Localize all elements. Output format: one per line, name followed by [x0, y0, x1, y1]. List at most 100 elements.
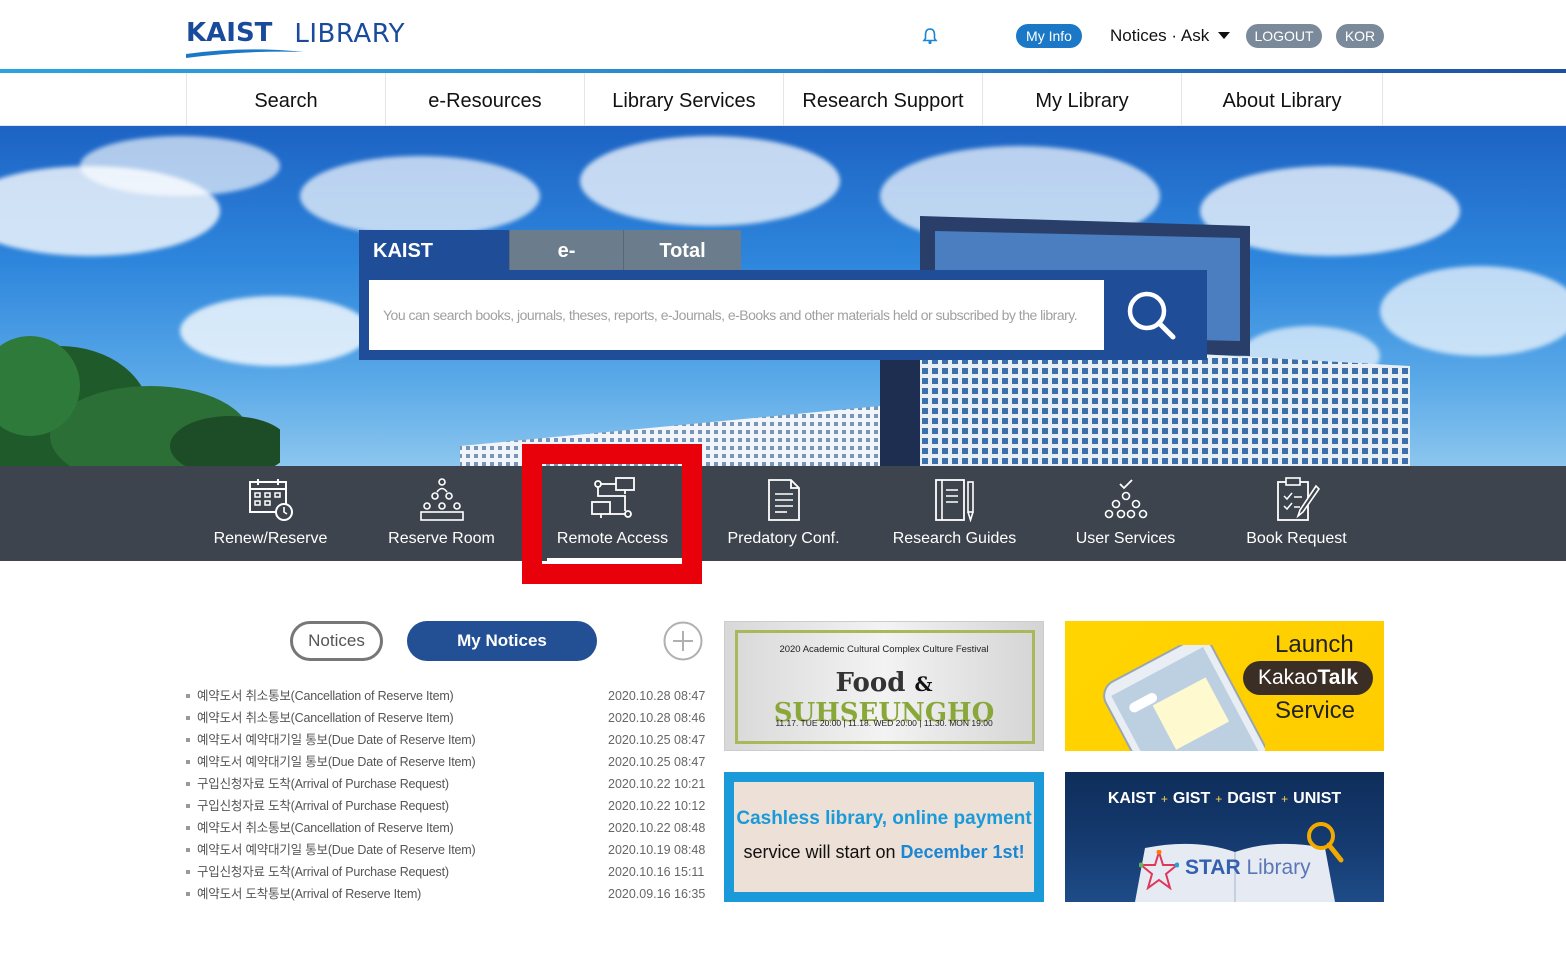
list-item[interactable]: 구입신청자료 도착(Arrival of Purchase Request) 20…	[186, 861, 706, 883]
bullet	[186, 694, 190, 698]
logo-swoosh-icon	[186, 49, 304, 58]
trees-image	[0, 336, 280, 466]
library-text: Library	[1246, 856, 1311, 879]
quick-research-guides[interactable]: Research Guides	[869, 466, 1040, 561]
notice-title[interactable]: 예약도서 취소통보(Cancellation of Reserve Item)	[197, 817, 454, 839]
quick-label: Reserve Room	[388, 530, 495, 547]
tab-e-articles[interactable]: e-Articles	[509, 230, 623, 304]
cashless-line2-b: December 1st!	[900, 842, 1025, 862]
tab-kaist-catalog[interactable]: KAIST Catalog	[359, 230, 509, 304]
nav-item-my-library[interactable]: My Library	[982, 73, 1181, 126]
notice-date: 2020.10.19 08:48	[608, 843, 706, 857]
bullet	[186, 804, 190, 808]
list-item[interactable]: 예약도서 취소통보(Cancellation of Reserve Item) 2…	[186, 685, 706, 707]
chevron-down-icon[interactable]	[1218, 32, 1230, 39]
active-underline	[547, 558, 685, 561]
list-item[interactable]: 예약도서 취소통보(Cancellation of Reserve Item) 2…	[186, 817, 706, 839]
logo-kaist-text: KAIST	[186, 18, 273, 48]
document-icon	[767, 479, 800, 521]
logo-library-text: LIBRARY	[294, 19, 405, 49]
cashless-line2: service will start on December 1st!	[734, 842, 1034, 863]
search-icon[interactable]	[1121, 285, 1181, 345]
notice-title[interactable]: 구입신청자료 도착(Arrival of Purchase Request)	[197, 795, 449, 817]
bullet	[186, 716, 190, 720]
calendar-clock-icon	[248, 479, 293, 521]
quick-predatory-conf[interactable]: Predatory Conf.	[698, 466, 869, 561]
list-item[interactable]: 예약도서 취소통보(Cancellation of Reserve Item) 2…	[186, 707, 706, 729]
notice-title[interactable]: 예약도서 예약대기일 통보(Due Date of Reserve Item)	[197, 839, 476, 861]
quick-label: Renew/Reserve	[213, 530, 328, 547]
logout-button[interactable]: LOGOUT	[1246, 24, 1322, 48]
star-plus: +	[1215, 792, 1223, 806]
kakaotalk-banner[interactable]: Launch KakaoTalk Service	[1065, 621, 1384, 751]
quick-remote-access[interactable]: Remote Access	[527, 466, 698, 561]
nav-item-research-support[interactable]: Research Support	[783, 73, 982, 126]
my-info-button[interactable]: My Info	[1016, 24, 1082, 48]
bell-icon[interactable]	[920, 26, 940, 46]
star-text: STAR	[1185, 856, 1241, 879]
nav-item-e-resources[interactable]: e-Resources	[385, 73, 584, 126]
quick-menu-bar: Renew/Reserve Reserve Room Remote Access…	[0, 466, 1566, 561]
notice-date: 2020.10.25 08:47	[608, 733, 706, 747]
quick-label: Remote Access	[556, 530, 669, 547]
festival-subtitle: 2020 Academic Cultural Complex Culture F…	[779, 644, 989, 655]
list-item[interactable]: 구입신청자료 도착(Arrival of Purchase Request) 20…	[186, 773, 706, 795]
notice-date: 2020.09.16 16:35	[608, 887, 706, 901]
star-plus: +	[1281, 792, 1289, 806]
festival-banner[interactable]: 2020 Academic Cultural Complex Culture F…	[724, 621, 1044, 751]
star-unist: UNIST	[1293, 790, 1342, 807]
tab-my-notices[interactable]: My Notices	[407, 621, 597, 661]
quick-reserve-room[interactable]: Reserve Room	[356, 466, 527, 561]
notice-title[interactable]: 구입신청자료 도착(Arrival of Purchase Request)	[197, 861, 449, 883]
people-group-icon	[419, 478, 464, 521]
bullet	[186, 782, 190, 786]
list-item[interactable]: 구입신청자료 도착(Arrival of Purchase Request) 20…	[186, 795, 706, 817]
talk-text: Talk	[1317, 666, 1358, 689]
notices-ask-menu[interactable]: Notices · Ask	[1110, 24, 1209, 48]
search-input[interactable]	[369, 280, 1104, 350]
header: KAIST LIBRARY My Info Notices · Ask LOGO…	[0, 0, 1566, 73]
notice-title[interactable]: 예약도서 취소통보(Cancellation of Reserve Item)	[197, 707, 454, 729]
star-library-banner[interactable]: KAIST + GIST + DGIST + UNIST STAR Library	[1065, 772, 1384, 902]
nav-item-about-library[interactable]: About Library	[1181, 73, 1383, 126]
main-nav: Search e-Resources Library Services Rese…	[0, 73, 1566, 126]
network-computers-icon	[590, 477, 635, 518]
list-item[interactable]: 예약도서 도착통보(Arrival of Reserve Item) 2020.0…	[186, 883, 706, 905]
cashless-line1: Cashless library, online payment	[736, 808, 1032, 829]
list-item[interactable]: 예약도서 예약대기일 통보(Due Date of Reserve Item) 2…	[186, 751, 706, 773]
nav-item-search[interactable]: Search	[186, 73, 385, 126]
search-tabs: KAIST Catalog e-Articles Total Search	[359, 230, 741, 304]
page: KAIST LIBRARY My Info Notices · Ask LOGO…	[0, 0, 1566, 980]
kaist-library-logo[interactable]: KAIST LIBRARY	[186, 18, 405, 60]
quick-label: Book Request	[1246, 530, 1347, 547]
notice-date: 2020.10.28 08:47	[608, 689, 706, 703]
star-logo-icon	[1139, 850, 1179, 890]
festival-title-a: Food	[835, 668, 906, 698]
tab-notices[interactable]: Notices	[290, 621, 383, 661]
quick-book-request[interactable]: Book Request	[1211, 466, 1382, 561]
users-network-icon	[1104, 479, 1147, 519]
clipboard-pen-icon	[1276, 477, 1320, 521]
notice-title[interactable]: 예약도서 취소통보(Cancellation of Reserve Item)	[197, 685, 454, 707]
festival-dates: 11.17. TUE 20:00 | 11.18. WED 20:00 | 11…	[775, 718, 993, 728]
notice-title[interactable]: 구입신청자료 도착(Arrival of Purchase Request)	[197, 773, 449, 795]
nav-item-library-services[interactable]: Library Services	[584, 73, 783, 126]
list-item[interactable]: 예약도서 예약대기일 통보(Due Date of Reserve Item) 2…	[186, 729, 706, 751]
quick-renew-reserve[interactable]: Renew/Reserve	[185, 466, 356, 561]
language-button[interactable]: KOR	[1336, 24, 1384, 48]
notice-title[interactable]: 예약도서 도착통보(Arrival of Reserve Item)	[197, 883, 421, 905]
bullet	[186, 738, 190, 742]
notice-title[interactable]: 예약도서 예약대기일 통보(Due Date of Reserve Item)	[197, 751, 476, 773]
festival-title-amp: &	[914, 672, 933, 696]
star-dgist: DGIST	[1227, 790, 1277, 807]
quick-label: User Services	[1075, 530, 1176, 547]
tab-total-search[interactable]: Total Search	[623, 230, 741, 304]
cashless-banner[interactable]: Cashless library, online payment service…	[724, 772, 1044, 902]
bullet	[186, 892, 190, 896]
list-item[interactable]: 예약도서 예약대기일 통보(Due Date of Reserve Item) 2…	[186, 839, 706, 861]
notice-date: 2020.10.22 10:12	[608, 799, 706, 813]
notice-title[interactable]: 예약도서 예약대기일 통보(Due Date of Reserve Item)	[197, 729, 476, 751]
quick-user-services[interactable]: User Services	[1040, 466, 1211, 561]
quick-label: Predatory Conf.	[727, 530, 840, 547]
plus-icon[interactable]	[663, 621, 703, 661]
